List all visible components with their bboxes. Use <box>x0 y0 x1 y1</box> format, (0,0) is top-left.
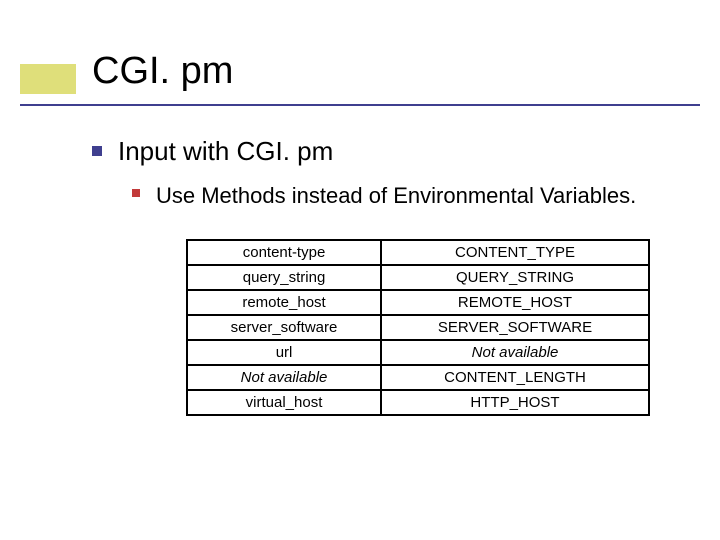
env-var-cell: QUERY_STRING <box>381 265 649 290</box>
mapping-table: content-typeCONTENT_TYPEquery_stringQUER… <box>186 239 650 416</box>
title-underline <box>20 104 700 106</box>
page-title: CGI. pm <box>92 50 233 93</box>
mapping-table-wrap: content-typeCONTENT_TYPEquery_stringQUER… <box>186 239 650 416</box>
bullet-square-small-icon <box>132 189 140 197</box>
table-row: server_softwareSERVER_SOFTWARE <box>187 315 649 340</box>
bullet-square-icon <box>92 146 102 156</box>
bullet-1-text: Input with CGI. pm <box>118 136 333 167</box>
table-row: remote_hostREMOTE_HOST <box>187 290 649 315</box>
sub-content: Use Methods instead of Environmental Var… <box>132 181 680 416</box>
method-cell: content-type <box>187 240 381 265</box>
table-row: query_stringQUERY_STRING <box>187 265 649 290</box>
env-var-cell: CONTENT_TYPE <box>381 240 649 265</box>
env-var-cell: REMOTE_HOST <box>381 290 649 315</box>
content-area: Input with CGI. pm Use Methods instead o… <box>92 136 680 416</box>
env-var-cell: SERVER_SOFTWARE <box>381 315 649 340</box>
method-cell: remote_host <box>187 290 381 315</box>
title-accent <box>20 64 76 94</box>
table-row: virtual_hostHTTP_HOST <box>187 390 649 415</box>
method-cell: Not available <box>187 365 381 390</box>
env-var-cell: Not available <box>381 340 649 365</box>
bullet-2-text: Use Methods instead of Environmental Var… <box>156 181 636 211</box>
env-var-cell: CONTENT_LENGTH <box>381 365 649 390</box>
env-var-cell: HTTP_HOST <box>381 390 649 415</box>
table-row: Not availableCONTENT_LENGTH <box>187 365 649 390</box>
bullet-level-1: Input with CGI. pm <box>92 136 680 167</box>
table-row: urlNot available <box>187 340 649 365</box>
method-cell: query_string <box>187 265 381 290</box>
method-cell: virtual_host <box>187 390 381 415</box>
table-row: content-typeCONTENT_TYPE <box>187 240 649 265</box>
method-cell: server_software <box>187 315 381 340</box>
bullet-level-2: Use Methods instead of Environmental Var… <box>132 181 680 211</box>
method-cell: url <box>187 340 381 365</box>
